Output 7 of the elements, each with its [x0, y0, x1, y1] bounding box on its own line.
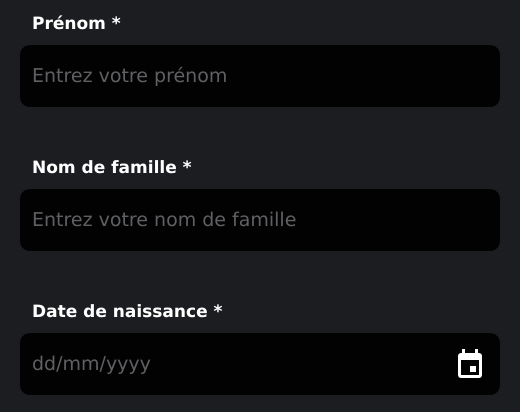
- input-field[interactable]: Entrez votre nom de famille: [20, 189, 500, 251]
- field-label: Prénom *: [31, 13, 122, 35]
- calendar-icon[interactable]: [456, 349, 484, 379]
- field-label: Nom de famille *: [31, 157, 193, 179]
- input-field[interactable]: Entrez votre prénom: [20, 45, 500, 107]
- field-label: Date de naissance *: [31, 301, 224, 323]
- date-field[interactable]: dd/mm/yyyy: [20, 333, 500, 395]
